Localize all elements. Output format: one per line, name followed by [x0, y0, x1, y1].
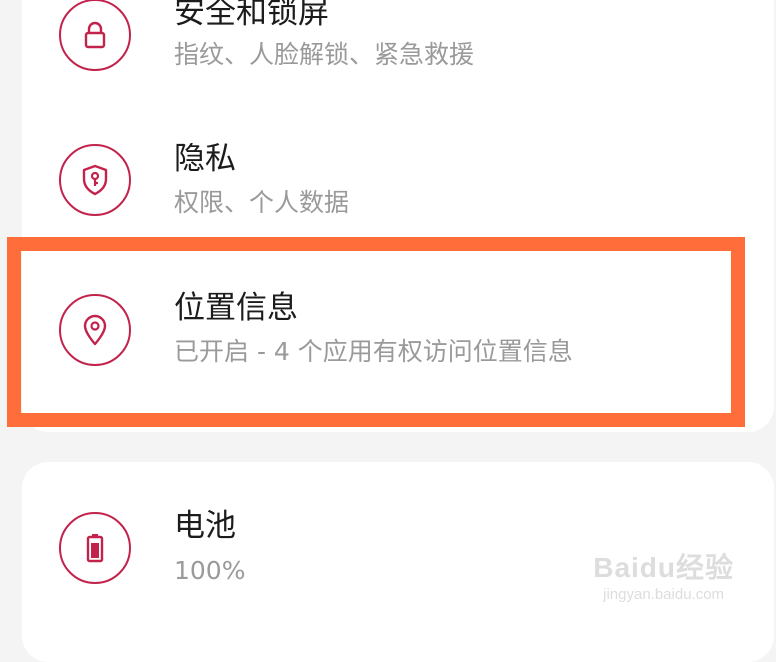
settings-item-subtitle: 权限、个人数据: [174, 188, 350, 217]
settings-item-title: 隐私: [174, 141, 236, 177]
battery-icon: [59, 512, 131, 584]
settings-item-location[interactable]: 位置信息 已开启 - 4 个应用有权访问位置信息: [22, 265, 774, 395]
watermark-brand: Baidu经验: [593, 552, 734, 583]
watermark-url: jingyan.baidu.com: [603, 586, 725, 603]
settings-item-subtitle: 指纹、人脸解锁、紧急救援: [174, 40, 475, 69]
settings-item-subtitle: 100%: [174, 556, 246, 585]
lock-icon: [59, 0, 131, 71]
settings-item-title: 位置信息: [174, 290, 298, 326]
settings-item-privacy[interactable]: 隐私 权限、个人数据: [22, 115, 774, 245]
settings-item-security[interactable]: 安全和锁屏 指纹、人脸解锁、紧急救援: [22, 0, 774, 100]
location-pin-icon: [59, 294, 131, 366]
privacy-shield-icon: [59, 144, 131, 216]
baidu-watermark: Baidu经验 jingyan.baidu.com: [593, 546, 734, 603]
settings-item-subtitle: 已开启 - 4 个应用有权访问位置信息: [174, 337, 573, 366]
settings-item-title: 安全和锁屏: [174, 0, 329, 31]
settings-item-title: 电池: [174, 508, 236, 544]
